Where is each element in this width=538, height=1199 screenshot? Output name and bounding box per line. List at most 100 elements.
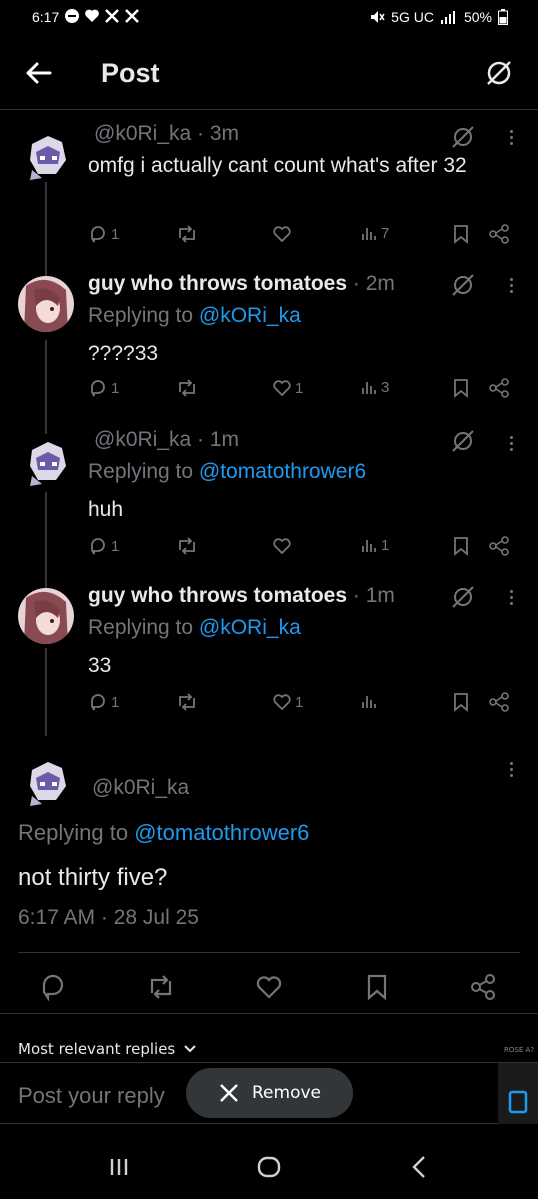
reply-text: 33 (88, 654, 112, 677)
reply-grok-button[interactable] (450, 428, 476, 454)
replying-to-link[interactable]: @tomatothrower6 (199, 460, 366, 483)
home-button[interactable] (254, 1152, 284, 1182)
notification-icons (64, 8, 140, 24)
repost-icon (179, 225, 195, 243)
reply-item[interactable]: @k0Ri_ka · 3m omfg i actually cant count… (0, 118, 538, 258)
status-bar: 6:17 5G UC 50% (0, 0, 538, 38)
back-nav-button[interactable] (404, 1152, 434, 1182)
avatar[interactable] (18, 276, 74, 332)
repost-action[interactable] (176, 692, 198, 712)
reply-time: 1m (365, 584, 395, 607)
views-action[interactable]: 3 (360, 378, 389, 396)
reply-item[interactable]: guy who throws tomatoes · 2m Replying to… (0, 266, 538, 416)
reply-sort-dropdown[interactable]: Most relevant replies (18, 1040, 197, 1058)
heart-icon (85, 9, 99, 22)
repost-action[interactable] (176, 224, 198, 244)
share-action[interactable] (488, 692, 510, 712)
more-button[interactable] (506, 584, 516, 610)
reply-display-name[interactable]: guy who throws tomatoes (88, 584, 347, 607)
views-icon (362, 228, 376, 240)
views-action[interactable] (360, 692, 378, 710)
more-button[interactable] (506, 124, 516, 150)
views-icon (362, 696, 376, 708)
network-label: 5G UC (391, 9, 434, 25)
reply-action[interactable]: 1 (88, 378, 119, 398)
reply-action[interactable]: 1 (88, 692, 119, 712)
reply-button[interactable] (38, 972, 68, 1002)
reply-time: 1m (209, 428, 240, 451)
like-action[interactable]: 1 (272, 378, 303, 398)
bookmark-action[interactable] (452, 536, 470, 556)
reply-header: @k0Ri_ka · 3m (94, 122, 240, 145)
post-handle[interactable]: @k0Ri_ka (92, 776, 189, 800)
like-action[interactable] (272, 536, 292, 556)
reply-input[interactable] (18, 1083, 198, 1109)
share-action[interactable] (488, 378, 510, 398)
views-action[interactable]: 7 (360, 224, 389, 242)
reply-action[interactable]: 1 (88, 224, 119, 244)
bookmark-icon (454, 693, 468, 712)
reply-action[interactable]: 1 (88, 536, 119, 556)
reply-handle[interactable]: @k0Ri_ka (94, 122, 191, 145)
avatar[interactable] (22, 756, 74, 808)
battery-percent: 50% (463, 9, 492, 25)
bookmark-icon (454, 379, 468, 398)
bookmark-action[interactable] (452, 378, 470, 398)
bookmark-icon (454, 537, 468, 556)
reply-item[interactable]: guy who throws tomatoes · 1m Replying to… (0, 578, 538, 726)
reply-icon (42, 974, 64, 1001)
replying-to-link[interactable]: @tomatothrower6 (134, 820, 309, 845)
like-button[interactable] (254, 972, 284, 1002)
sort-label: Most relevant replies (18, 1040, 176, 1058)
grok-icon (452, 126, 474, 148)
repost-action[interactable] (176, 378, 198, 398)
share-button[interactable] (468, 972, 498, 1002)
x-logo-icon (125, 9, 139, 23)
toast-label: Remove (252, 1083, 321, 1103)
bookmark-action[interactable] (452, 692, 470, 712)
bookmark-action[interactable] (452, 224, 470, 244)
reply-count: 1 (111, 693, 120, 711)
reply-icon (91, 538, 105, 555)
repost-action[interactable] (176, 536, 198, 556)
share-action[interactable] (488, 536, 510, 556)
avatar[interactable] (22, 130, 74, 182)
reply-icon (91, 380, 105, 397)
share-action[interactable] (488, 224, 510, 244)
like-action[interactable] (272, 224, 292, 244)
system-nav-bar (0, 1124, 538, 1199)
like-icon (273, 226, 291, 243)
reply-header: @k0Ri_ka · 1m (94, 428, 240, 451)
close-icon (220, 1084, 238, 1102)
views-count: 7 (381, 224, 390, 242)
chevron-down-icon (184, 1045, 196, 1053)
replying-to: Replying to @kORi_ka (88, 304, 301, 328)
repost-button[interactable] (146, 972, 176, 1002)
reply-handle[interactable]: @k0Ri_ka (94, 428, 191, 451)
like-action[interactable]: 1 (272, 692, 303, 712)
more-button[interactable] (506, 430, 516, 456)
remove-toast-button[interactable]: Remove (186, 1068, 353, 1118)
reply-grok-button[interactable] (450, 584, 476, 610)
reply-actions: 1 1 (88, 536, 518, 562)
bookmark-button[interactable] (362, 972, 392, 1002)
reply-grok-button[interactable] (450, 272, 476, 298)
battery-icon (498, 9, 508, 25)
more-button[interactable] (506, 272, 516, 298)
back-button[interactable] (22, 56, 56, 90)
more-button[interactable] (506, 756, 516, 782)
views-action[interactable]: 1 (360, 536, 389, 554)
recents-button[interactable] (104, 1152, 134, 1182)
reply-actions: 1 1 3 (88, 378, 518, 404)
reply-item[interactable]: @k0Ri_ka · 1m Replying to @tomatothrower… (0, 424, 538, 572)
repost-icon (150, 975, 172, 999)
avatar[interactable] (18, 588, 74, 644)
reply-grok-button[interactable] (450, 124, 476, 150)
grok-button[interactable] (482, 56, 516, 90)
avatar[interactable] (22, 436, 74, 488)
replying-label: Replying to (18, 820, 129, 845)
replying-to-link[interactable]: @kORi_ka (199, 304, 301, 327)
reply-display-name[interactable]: guy who throws tomatoes (88, 272, 347, 295)
replying-to-link[interactable]: @kORi_ka (199, 616, 301, 639)
like-icon (273, 694, 291, 711)
